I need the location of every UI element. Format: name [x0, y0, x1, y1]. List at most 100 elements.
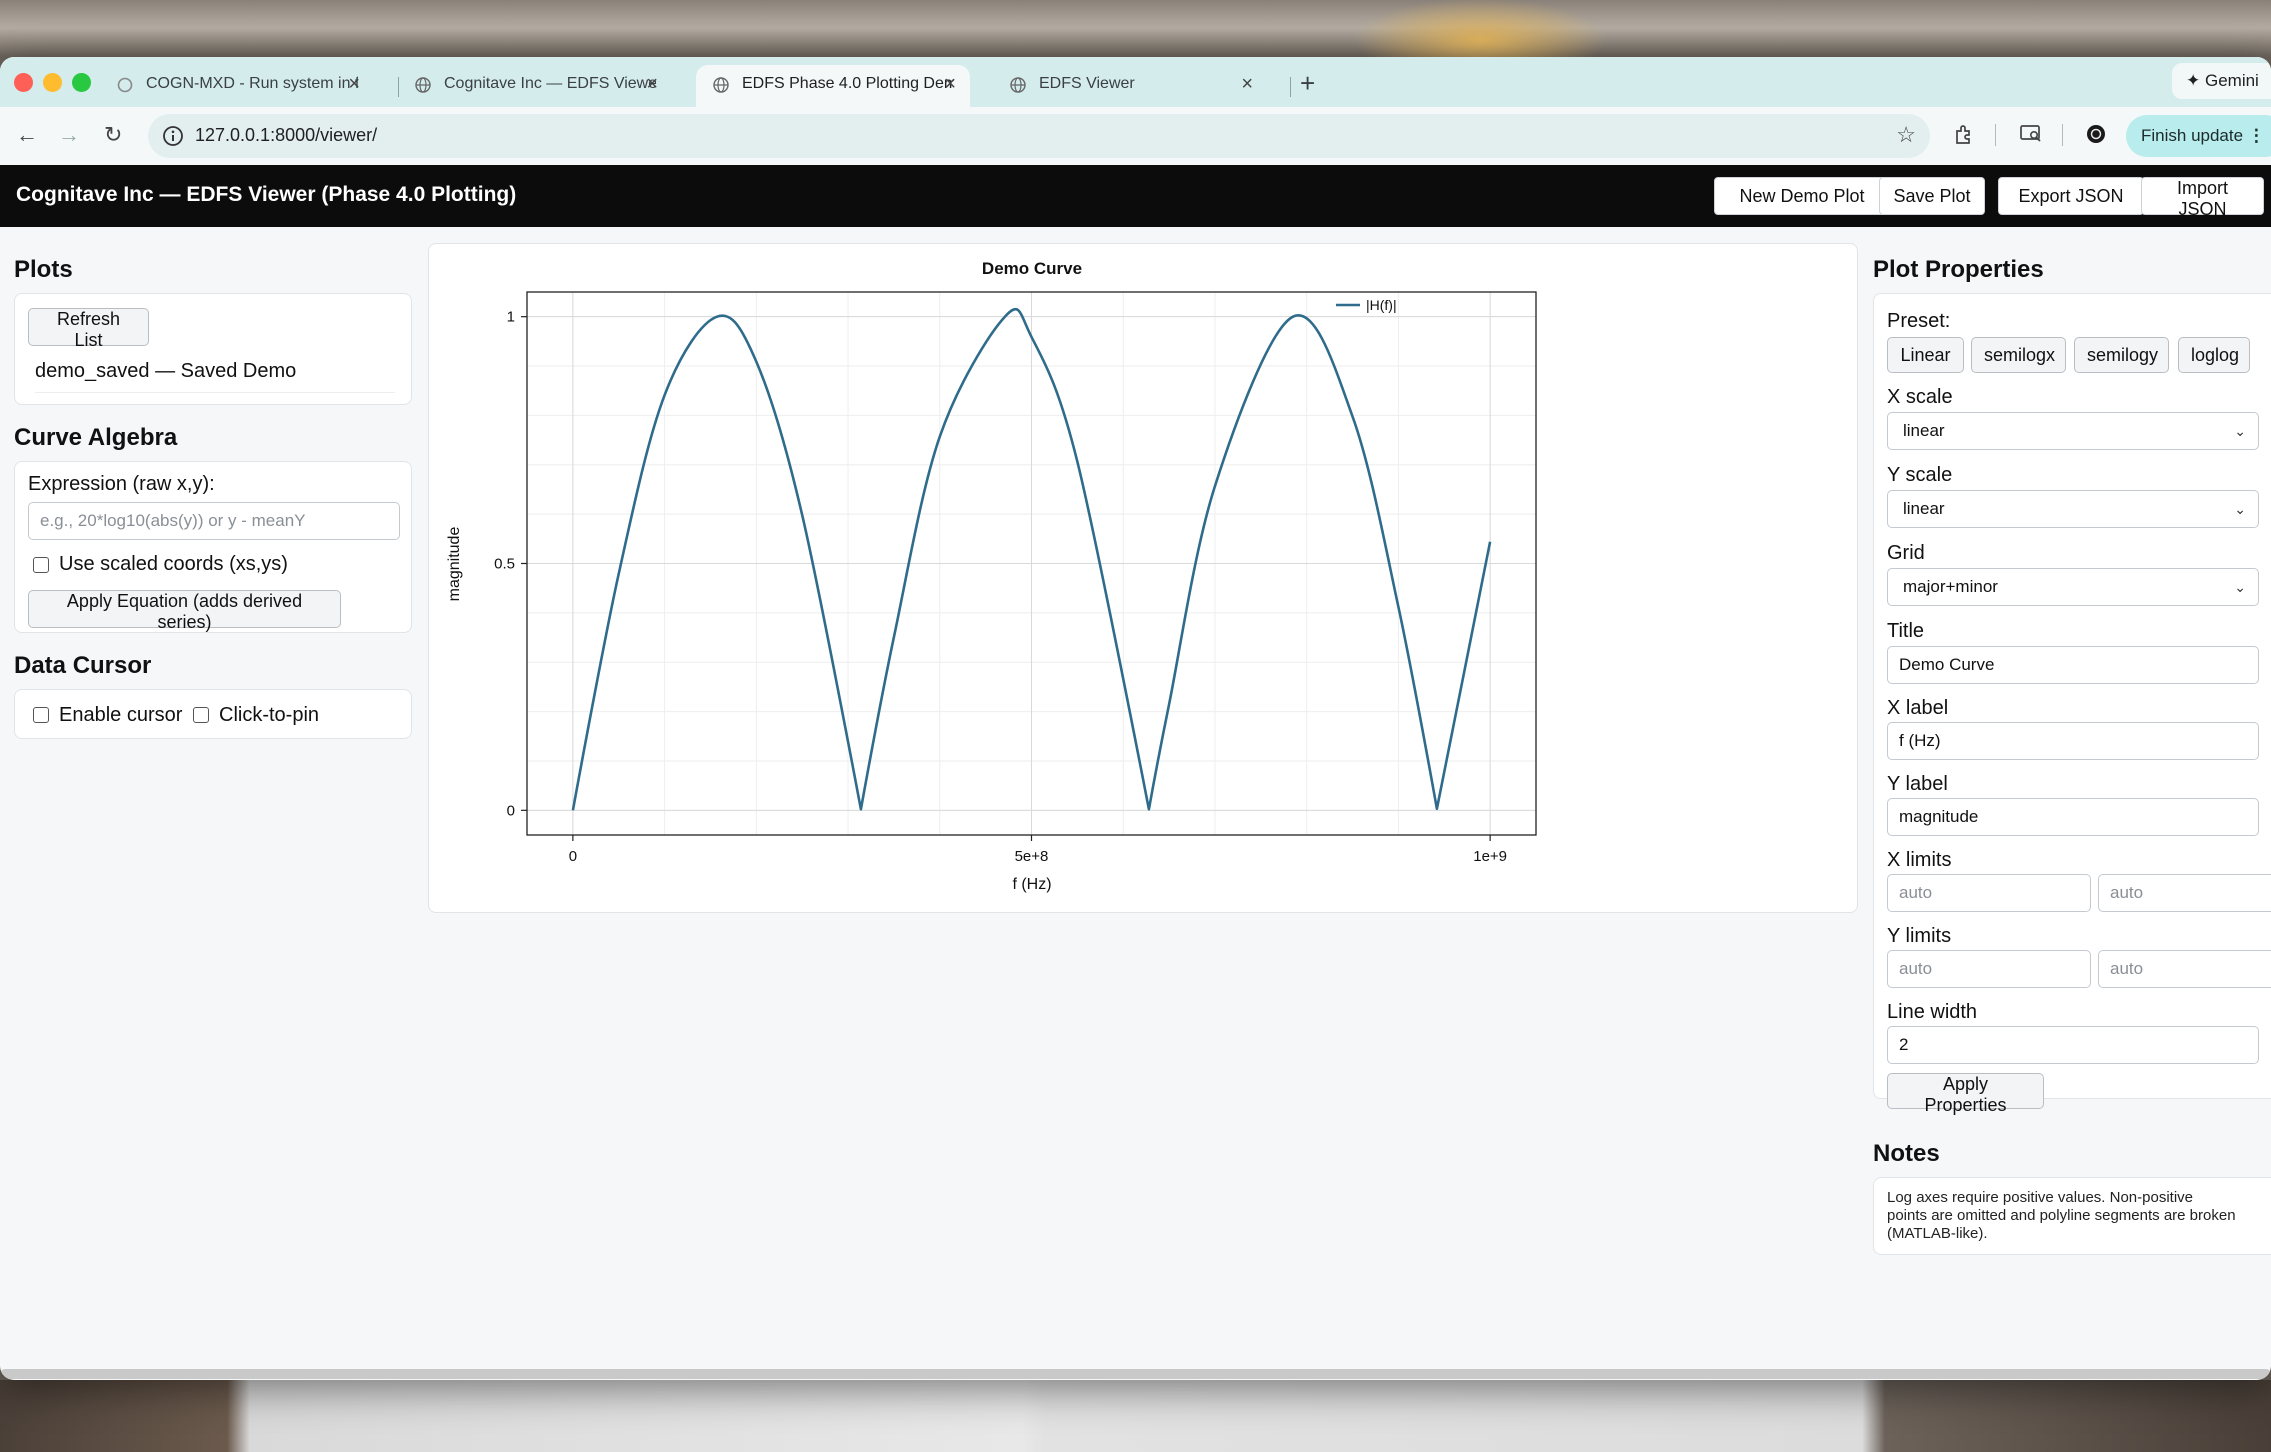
finish-update-button[interactable]: Finish update ⋮ — [2126, 115, 2271, 157]
scaled-coords-checkbox[interactable] — [33, 557, 49, 573]
gemini-label: Gemini — [2204, 71, 2259, 90]
browser-window: COGN-MXD - Run system in f × Cognitave I… — [0, 57, 2271, 1380]
x-scale-select[interactable]: linear ⌄ — [1887, 412, 2259, 450]
reload-icon[interactable]: ↻ — [104, 123, 122, 147]
plot-card: Demo Curve 0 5e+8 1e+9 0 0.5 1 |H(f)| f (Hz) … — [428, 243, 1858, 913]
tab-edfs-viewer[interactable]: EDFS Viewer × — [993, 65, 1267, 107]
url-text: 127.0.0.1:8000/viewer/ — [195, 125, 378, 145]
grid-select[interactable]: major+minor ⌄ — [1887, 568, 2259, 606]
notes-card: Log axes require positive values. Non-po… — [1873, 1177, 2271, 1255]
title-label: Title — [1887, 620, 1925, 642]
close-tab-icon[interactable]: × — [1241, 65, 1253, 103]
tab-cognitave-viewer[interactable]: Cognitave Inc — EDFS Viewer × — [398, 65, 672, 107]
y-tick-label: 1 — [507, 309, 515, 326]
export-json-button[interactable]: Export JSON — [1998, 177, 2144, 215]
x-axis-label: f (Hz) — [1012, 876, 1051, 893]
profile-avatar-icon[interactable] — [2085, 123, 2107, 151]
x-tick-label: 5e+8 — [1015, 848, 1049, 865]
enable-cursor-checkbox[interactable] — [33, 707, 49, 723]
y-limit-max-input[interactable] — [2098, 950, 2271, 988]
address-bar[interactable]: 127.0.0.1:8000/viewer/ ☆ — [148, 114, 1930, 158]
apply-properties-button[interactable]: Apply Properties — [1887, 1073, 2044, 1115]
tab-title: Cognitave Inc — EDFS Viewer — [444, 75, 656, 92]
back-arrow-icon[interactable]: ← — [16, 123, 38, 147]
kebab-menu-icon[interactable]: ⋮ — [2248, 126, 2265, 145]
x-scale-value: linear — [1903, 421, 1945, 440]
close-tab-icon[interactable]: × — [646, 65, 658, 103]
y-axis-label: magnitude — [446, 527, 463, 602]
gemini-button[interactable]: ✦ Gemini — [2172, 63, 2271, 99]
new-demo-plot-button[interactable]: New Demo Plot — [1714, 177, 1890, 215]
plot-title: Demo Curve — [982, 259, 1082, 278]
data-cursor-card: Enable cursor Click-to-pin — [14, 689, 412, 739]
legend: |H(f)| — [1336, 297, 1397, 313]
cast-search-icon[interactable] — [2019, 123, 2043, 151]
preset-linear-button[interactable]: Linear — [1887, 337, 1964, 373]
grid-value: major+minor — [1903, 577, 1998, 596]
close-window-button[interactable] — [14, 73, 33, 92]
horizontal-scrollbar[interactable] — [0, 1369, 2271, 1379]
x-label-label: X label — [1887, 697, 1949, 719]
minimize-window-button[interactable] — [43, 73, 62, 92]
x-limit-max-input[interactable] — [2098, 874, 2271, 912]
notes-line: (MATLAB-like). — [1887, 1225, 1988, 1242]
new-tab-button[interactable]: + — [1300, 65, 1315, 101]
import-json-button[interactable]: Import JSON — [2141, 177, 2264, 219]
apply-equation-button[interactable]: Apply Equation (adds derived series) — [28, 590, 341, 632]
x-label-input[interactable] — [1887, 722, 2259, 760]
plots-card: Refresh List demo_saved — Saved Demo — [14, 293, 412, 405]
browser-toolbar: ← → ↻ 127.0.0.1:8000/viewer/ ☆ Finish up… — [0, 107, 2271, 165]
notes-line: Log axes require positive values. Non-po… — [1887, 1189, 2193, 1206]
sparkle-icon: ✦ — [2186, 71, 2201, 90]
chevron-down-icon: ⌄ — [2234, 579, 2246, 595]
plot-properties-card: Preset: Linear semilogx semilogy loglog … — [1873, 293, 2271, 1115]
finish-update-label: Finish update — [2141, 126, 2244, 145]
y-scale-label: Y scale — [1887, 464, 1953, 486]
app-title: Cognitave Inc — EDFS Viewer (Phase 4.0 P… — [16, 183, 517, 206]
grid-label: Grid — [1887, 542, 1925, 564]
divider — [35, 392, 395, 393]
forward-arrow-icon[interactable]: → — [58, 123, 80, 147]
close-tab-icon[interactable]: × — [944, 65, 956, 103]
expression-input[interactable] — [28, 502, 400, 540]
tab-title: EDFS Phase 4.0 Plotting Dem — [742, 75, 954, 92]
x-limit-min-input[interactable] — [1887, 874, 2091, 912]
bookmark-star-icon[interactable]: ☆ — [1896, 122, 1916, 148]
y-tick-label: 0 — [507, 802, 515, 819]
click-to-pin-checkbox[interactable] — [193, 707, 209, 723]
plot-list-item[interactable]: demo_saved — Saved Demo — [35, 360, 296, 383]
tab-edfs-plotting-demo[interactable]: EDFS Phase 4.0 Plotting Dem × — [696, 65, 970, 107]
toolbar-divider — [1995, 124, 1996, 146]
line-width-input[interactable] — [1887, 1026, 2259, 1064]
chevron-down-icon: ⌄ — [2234, 501, 2246, 517]
preset-semilogy-button[interactable]: semilogy — [2074, 337, 2169, 373]
y-label-input[interactable] — [1887, 798, 2259, 836]
plot-canvas[interactable]: Demo Curve 0 5e+8 1e+900.51 |H(f)| f (Hz) … — [429, 244, 1859, 914]
click-to-pin-label: Click-to-pin — [219, 704, 320, 726]
y-scale-select[interactable]: linear ⌄ — [1887, 490, 2259, 528]
app-header: Cognitave Inc — EDFS Viewer (Phase 4.0 P… — [0, 165, 2271, 227]
x-limits-label: X limits — [1887, 849, 1952, 871]
maximize-window-button[interactable] — [72, 73, 91, 92]
preset-label: Preset: — [1887, 310, 1951, 332]
y-limit-min-input[interactable] — [1887, 950, 2091, 988]
preset-loglog-button[interactable]: loglog — [2178, 337, 2250, 373]
title-input[interactable] — [1887, 646, 2259, 684]
page-favicon-icon — [117, 77, 133, 93]
close-tab-icon[interactable]: × — [348, 65, 360, 103]
tab-separator — [1290, 77, 1291, 97]
x-scale-label: X scale — [1887, 386, 1953, 408]
x-tick-label: 1e+9 — [1473, 848, 1507, 865]
chevron-down-icon: ⌄ — [2234, 423, 2246, 439]
notes-line: points are omitted and polyline segments… — [1887, 1207, 2236, 1224]
plots-heading: Plots — [14, 256, 73, 283]
x-tick-label: 0 — [569, 848, 577, 865]
preset-semilogx-button[interactable]: semilogx — [1971, 337, 2066, 373]
site-info-icon[interactable] — [162, 125, 184, 147]
legend-label: |H(f)| — [1366, 297, 1397, 313]
extensions-puzzle-icon[interactable] — [1953, 123, 1975, 151]
save-plot-button[interactable]: Save Plot — [1879, 177, 1985, 215]
tab-cogn-mxd[interactable]: COGN-MXD - Run system in f × — [100, 65, 374, 107]
refresh-list-button[interactable]: Refresh List — [28, 308, 149, 350]
tab-title: COGN-MXD - Run system in f — [146, 75, 358, 92]
